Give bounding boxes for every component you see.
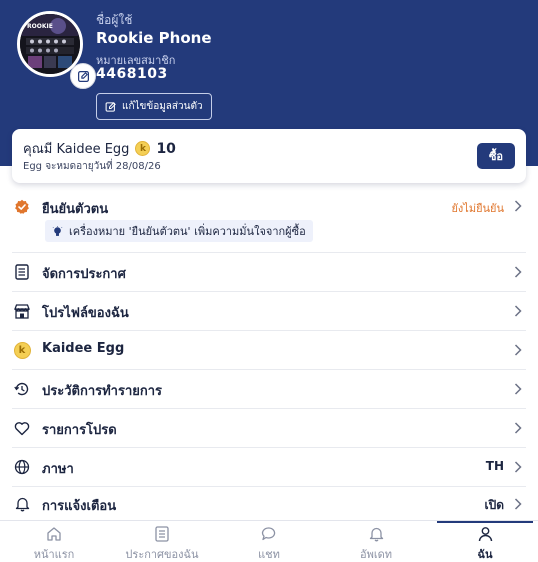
tab-label: ฉัน	[477, 548, 493, 561]
tab-label: แชท	[258, 548, 280, 561]
menu-item-kaidee-egg[interactable]: k Kaidee Egg	[12, 331, 526, 370]
check-badge-icon	[13, 198, 31, 216]
egg-balance-card: คุณมี Kaidee Egg k 10 Egg จะหมดอายุวันที…	[12, 129, 526, 183]
menu-item-language[interactable]: ภาษา TH	[12, 448, 526, 487]
menu-item-notifications[interactable]: การแจ้งเตือน เปิด	[12, 487, 526, 520]
tab-label: อัพเดท	[359, 548, 392, 561]
lightbulb-icon	[52, 225, 63, 236]
chevron-right-icon	[512, 304, 524, 318]
chevron-right-icon	[512, 382, 524, 396]
menu-label: จัดการประกาศ	[42, 267, 126, 282]
list-doc-icon	[13, 263, 31, 281]
chevron-right-icon	[512, 460, 524, 474]
username-label: ชื่อผู้ใช้	[96, 13, 133, 27]
verify-status: ยังไม่ยืนยัน	[451, 202, 504, 215]
tab-label: หน้าแรก	[33, 548, 75, 561]
menu-label: รายการโปรด	[42, 423, 117, 438]
egg-count: 10	[156, 140, 176, 157]
chat-icon	[261, 527, 276, 541]
verify-info-banner: เครื่องหมาย 'ยืนยันตัวตน' เพิ่มความมั่นใ…	[45, 220, 313, 242]
menu-item-my-profile[interactable]: โปรไฟล์ของฉัน	[12, 292, 526, 331]
menu-label-verify: ยืนยันตัวตน	[42, 202, 109, 217]
egg-coin-icon: k	[13, 341, 31, 359]
chevron-right-icon	[512, 497, 524, 511]
chevron-right-icon	[512, 343, 524, 357]
tab-me[interactable]: ฉัน	[445, 521, 525, 562]
heart-icon	[13, 419, 31, 437]
avatar-edit-button[interactable]	[70, 63, 96, 89]
tab-home[interactable]: หน้าแรก	[14, 521, 94, 562]
language-value: TH	[485, 459, 504, 473]
globe-icon	[13, 458, 31, 476]
pencil-icon	[77, 70, 89, 82]
username: Rookie Phone	[96, 29, 212, 47]
member-number: 4468103	[96, 66, 168, 82]
shop-icon	[13, 302, 31, 320]
listing-icon	[155, 526, 169, 542]
edit-profile-label: แก้ไขข้อมูลส่วนตัว	[122, 101, 203, 112]
menu-label: โปรไฟล์ของฉัน	[42, 306, 129, 321]
verify-banner-text: เครื่องหมาย 'ยืนยันตัวตน' เพิ่มความมั่นใ…	[69, 225, 306, 238]
tab-chat[interactable]: แชท	[229, 521, 309, 562]
menu-item-verify-identity[interactable]: ยืนยันตัวตน ยังไม่ยืนยัน เครื่องหมาย 'ยื…	[12, 191, 526, 253]
history-icon	[13, 380, 31, 398]
tab-label: ประกาศของฉัน	[125, 548, 199, 561]
bell-icon	[369, 527, 383, 542]
menu-label: Kaidee Egg	[42, 341, 125, 356]
chevron-right-icon	[512, 421, 524, 435]
bottom-tab-bar: หน้าแรก ประกาศของฉัน แชท อัพเดท ฉัน	[0, 520, 538, 562]
tab-updates[interactable]: อัพเดท	[336, 521, 416, 562]
menu-item-manage-listings[interactable]: จัดการประกาศ	[12, 253, 526, 292]
pencil-icon	[105, 101, 116, 112]
avatar-container[interactable]: ROOKIE	[17, 11, 96, 89]
avatar-caption: ROOKIE	[27, 23, 53, 30]
egg-expiry: Egg จะหมดอายุวันที่ 28/08/26	[23, 161, 161, 172]
notification-value: เปิด	[484, 498, 504, 512]
edit-profile-button[interactable]: แก้ไขข้อมูลส่วนตัว	[96, 93, 212, 120]
person-icon	[478, 527, 492, 542]
tab-my-listings[interactable]: ประกาศของฉัน	[110, 521, 214, 562]
menu-label: การแจ้งเตือน	[42, 499, 117, 514]
menu-item-favorites[interactable]: รายการโปรด	[12, 409, 526, 448]
menu-label: ประวัติการทำรายการ	[42, 384, 163, 399]
menu-label: ภาษา	[42, 462, 74, 477]
egg-balance-prefix: คุณมี Kaidee Egg	[23, 142, 130, 157]
egg-balance-line: คุณมี Kaidee Egg k 10	[23, 138, 176, 159]
chevron-right-icon	[512, 199, 524, 213]
buy-egg-button[interactable]: ซื้อ	[477, 143, 515, 169]
egg-coin-icon: k	[135, 141, 151, 156]
menu-item-transaction-history[interactable]: ประวัติการทำรายการ	[12, 370, 526, 409]
chevron-right-icon	[512, 265, 524, 279]
home-icon	[47, 527, 61, 541]
bell-icon	[13, 495, 31, 513]
